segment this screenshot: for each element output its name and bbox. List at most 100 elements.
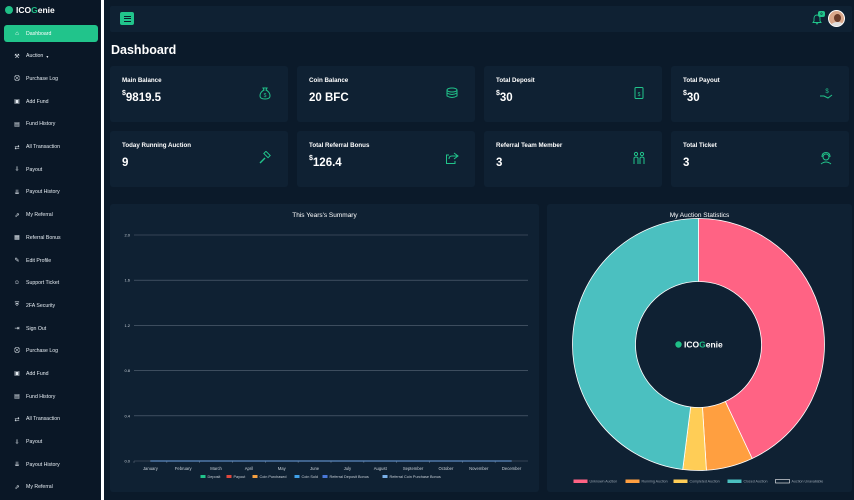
deposit-receipt-icon: $ <box>634 87 644 99</box>
x-tick-label: February <box>175 466 193 471</box>
sidebar-item-auction[interactable]: ⚒ Auction ▾ <box>0 45 101 68</box>
x-tick-label: November <box>469 466 489 471</box>
history-icon: ▤ <box>14 394 20 401</box>
stat-card-main-balance: Main Balance $9819.5 $ <box>110 66 288 122</box>
card-value-text: 9819.5 <box>125 92 162 104</box>
sidebar-item-label: Auction <box>26 53 44 60</box>
legend-swatch[interactable] <box>382 475 388 478</box>
sidebar-item-payout-history[interactable]: ⇊ Payout History <box>0 181 101 204</box>
sidebar-item-label: Referral Bonus <box>26 234 61 241</box>
sidebar-item-2fa-security[interactable]: ⛨ 2FA Security <box>0 295 101 318</box>
stat-card-total-ticket: Total Ticket 3 <box>671 131 849 187</box>
sidebar-item-label: Add Fund <box>26 98 49 105</box>
card-value-text: 9 <box>122 157 129 169</box>
wallet-icon: ▣ <box>14 99 20 106</box>
x-tick-label: August <box>374 466 388 471</box>
y-tick-label: 1.2 <box>124 323 130 328</box>
legend-label[interactable]: Running Auction <box>642 480 668 484</box>
sidebar-item-my-referral[interactable]: ⇗ My Referral <box>0 476 101 499</box>
card-label: Total Payout <box>683 77 720 84</box>
legend-swatch[interactable] <box>226 475 232 478</box>
stat-card-referral-team-member: Referral Team Member 3 <box>484 131 662 187</box>
sidebar-item-edit-profile[interactable]: ✎ Edit Profile <box>0 249 101 272</box>
card-label: Main Balance <box>122 77 162 84</box>
card-label: Total Referral Bonus <box>309 142 370 149</box>
legend-swatch[interactable] <box>573 479 588 484</box>
sidebar-item-payout[interactable]: ⇩ Payout <box>0 158 101 181</box>
x-tick-label: June <box>310 466 320 471</box>
sidebar-item-label: Edit Profile <box>26 257 52 264</box>
sidebar-item-support-ticket[interactable]: ☺ Support Ticket <box>0 272 101 295</box>
payout-history-icon: ⇊ <box>14 189 20 196</box>
card-value-text: 20 BFC <box>309 92 349 104</box>
legend-label[interactable]: Completed Auction <box>690 480 720 484</box>
center-logo-icon <box>675 341 682 348</box>
sidebar-item-label: All Transaction <box>26 416 61 423</box>
support-agent-icon <box>820 151 832 165</box>
sidebar-item-add-fund[interactable]: ▣ Add Fund <box>0 90 101 113</box>
legend-label[interactable]: Coin Sold <box>302 475 318 479</box>
auction-statistics-panel: My Auction Statistics ICOGenie Unknown Au… <box>547 204 852 492</box>
sidebar-item-payout-history[interactable]: ⇊ Payout History <box>0 453 101 476</box>
gavel-icon: ⚒ <box>14 53 20 60</box>
sidebar-item-all-transaction[interactable]: ⇄ All Transaction <box>0 408 101 431</box>
card-label: Total Ticket <box>683 142 717 149</box>
card-value: $30 <box>496 90 513 104</box>
x-tick-label: January <box>143 466 159 471</box>
legend-label[interactable]: Unknown Auction <box>590 480 618 484</box>
legend-label[interactable]: Auction Unavailable <box>792 480 824 484</box>
x-tick-label: May <box>278 466 287 471</box>
logout-icon: ⇥ <box>14 326 20 333</box>
card-value: 3 <box>683 157 689 169</box>
chevron-down-icon: ▾ <box>46 53 49 59</box>
card-value-text: 30 <box>686 92 700 104</box>
shield-icon: ⛨ <box>14 302 20 309</box>
sidebar-item-label: Purchase Log <box>26 348 59 355</box>
legend-label[interactable]: Deposit <box>208 475 222 479</box>
svg-text:$: $ <box>638 92 641 98</box>
legend-label[interactable]: Payout <box>234 475 247 479</box>
card-value-text: 3 <box>496 157 503 169</box>
legend-label[interactable]: Referral Deposit Bonus <box>330 475 369 479</box>
sidebar-item-add-fund[interactable]: ▣ Add Fund <box>0 363 101 386</box>
cart-icon: ⛒ <box>13 75 21 82</box>
menu-toggle-button[interactable] <box>120 12 134 25</box>
stat-card-today-running-auction: Today Running Auction 9 <box>110 131 288 187</box>
sidebar-nav: ⌂ Dashboard ⚒ Auction ▾ ⛒ Purchase Log ▣ Add Fun… <box>0 25 101 499</box>
legend-label[interactable]: Coin Purchased <box>260 475 287 479</box>
stat-card-coin-balance: Coin Balance 20 BFC <box>297 66 475 122</box>
sidebar-item-my-referral[interactable]: ⇗ My Referral <box>0 204 101 227</box>
sidebar: ICOGenie ⌂ Dashboard ⚒ Auction ▾ ⛒ Purchase Lo… <box>0 0 104 500</box>
sidebar-item-purchase-log[interactable]: ⛒ Purchase Log <box>0 340 101 363</box>
center-logo-text: ICOGenie <box>684 340 723 350</box>
legend-swatch[interactable] <box>322 475 328 478</box>
brand-logo[interactable]: ICOGenie <box>0 0 101 20</box>
stat-card-total-payout: Total Payout $30 $ <box>671 66 849 122</box>
topbar: 0 <box>110 6 852 32</box>
logo-icon <box>5 6 13 14</box>
legend-swatch[interactable] <box>673 479 688 484</box>
sidebar-item-purchase-log[interactable]: ⛒ Purchase Log <box>0 68 101 91</box>
sidebar-item-dashboard[interactable]: ⌂ Dashboard <box>4 25 98 42</box>
sidebar-item-fund-history[interactable]: ▤ Fund History <box>0 385 101 408</box>
cart-icon: ⛒ <box>13 347 21 354</box>
y-tick-label: 0.0 <box>124 459 130 464</box>
sidebar-item-sign-out[interactable]: ⇥ Sign Out <box>0 317 101 340</box>
sidebar-item-label: My Referral <box>26 484 53 491</box>
card-value-text: 126.4 <box>312 157 342 169</box>
legend-swatch[interactable] <box>252 475 258 478</box>
sidebar-item-fund-history[interactable]: ▤ Fund History <box>0 113 101 136</box>
legend-swatch[interactable] <box>625 479 640 484</box>
sidebar-item-payout[interactable]: ⇩ Payout <box>0 431 101 454</box>
legend-swatch[interactable] <box>294 475 300 478</box>
legend-label[interactable]: Referral Coin Purchase Bonus <box>390 475 441 479</box>
sidebar-item-label: Sign Out <box>26 325 47 332</box>
user-avatar[interactable] <box>828 10 845 27</box>
legend-swatch[interactable] <box>200 475 206 478</box>
sidebar-item-all-transaction[interactable]: ⇄ All Transaction <box>0 136 101 159</box>
legend-swatch[interactable] <box>727 479 742 484</box>
sidebar-item-referral-bonus[interactable]: ▦ Referral Bonus <box>0 227 101 250</box>
legend-swatch[interactable] <box>775 479 790 484</box>
card-value: $30 <box>683 90 700 104</box>
legend-label[interactable]: Closed Auction <box>744 480 768 484</box>
